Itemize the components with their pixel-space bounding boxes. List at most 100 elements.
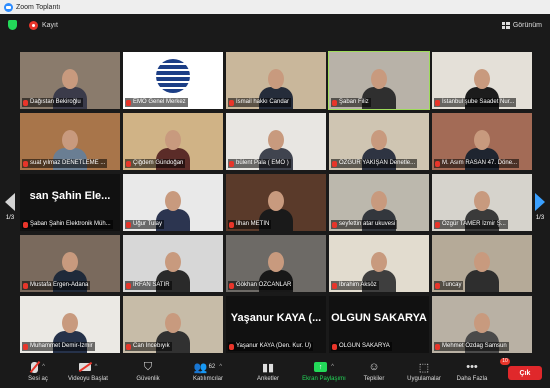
participant-tile[interactable]: Can İncebıyık xyxy=(123,296,223,353)
participant-name-label: Gökhan ÖZCANLAR xyxy=(228,281,294,290)
participant-tile[interactable]: bülent Pala ( EMO ) xyxy=(226,113,326,170)
microphone-muted-icon xyxy=(332,99,337,106)
share-screen-label: Ekran Paylaşımı xyxy=(302,376,346,382)
participant-tile[interactable]: İRFAN SATIR xyxy=(123,235,223,292)
participant-tile[interactable]: Dağıstan Bekiroğlu xyxy=(20,52,120,109)
chevron-up-icon[interactable]: ^ xyxy=(219,364,222,370)
chevron-up-icon[interactable]: ^ xyxy=(42,364,45,370)
participant-name: İRFAN SATIR xyxy=(133,282,170,288)
meeting-status-bar: Kayıt Görünüm xyxy=(0,14,550,36)
participant-name-label: bülent Pala ( EMO ) xyxy=(228,159,291,168)
participant-tile[interactable]: İlhan METİN xyxy=(226,174,326,231)
window-titlebar: Zoom Toplantı xyxy=(0,0,550,14)
participant-tile[interactable]: ÖZGÜR YAKIŞAN Denetle... xyxy=(329,113,429,170)
page-indicator-left: 1/3 xyxy=(5,215,15,221)
participant-tile[interactable]: İbrahim Aksöz xyxy=(329,235,429,292)
participant-name-label: İRFAN SATIR xyxy=(125,281,172,290)
participant-name-label: suat yılmaz DENETLEME ... xyxy=(22,159,108,168)
meeting-toolbar: ^ Sesi aç ^ Videoyu Başlat ⛉ Güvenlik 👥 6… xyxy=(0,358,550,388)
participant-name: Muhammet Demir-İzmir xyxy=(30,343,93,349)
participant-tile[interactable]: Şaban Filiz xyxy=(328,51,430,110)
microphone-muted-icon xyxy=(23,282,28,289)
participant-name-label: İsmail hakkı Candar xyxy=(228,98,292,107)
microphone-muted-icon xyxy=(23,160,28,167)
view-label: Görünüm xyxy=(512,21,542,29)
participant-name-label: Uğur Tulay xyxy=(125,220,165,229)
participant-display-name: Yaşanur KAYA (... xyxy=(230,312,322,324)
participant-tile[interactable]: Mustafa Ergen-Adana xyxy=(20,235,120,292)
participant-name: İsmail hakkı Candar xyxy=(236,99,290,105)
participant-name-label: Muhammet Demir-İzmir xyxy=(22,342,95,351)
share-screen-icon: ↑ xyxy=(314,362,328,372)
participant-tile[interactable]: EMO Genel Merkez xyxy=(123,52,223,109)
participant-tile[interactable]: Yaşanur KAYA (... Yaşanur KAYA (Den. Kur.… xyxy=(226,296,326,353)
participants-button[interactable]: 👥 62 ^ Katılımcılar xyxy=(178,360,238,383)
participant-tile[interactable]: İstanbul şube Saadet Nur... xyxy=(432,52,532,109)
participant-display-name: san Şahin Ele... xyxy=(29,190,111,202)
polls-label: Anketler xyxy=(256,376,279,382)
participant-name: suat yılmaz DENETLEME ... xyxy=(30,160,106,166)
participant-name: İbrahim Aksöz xyxy=(339,282,377,288)
participant-name: İlhan METİN xyxy=(236,221,270,227)
participant-tile[interactable]: Muhammet Demir-İzmir xyxy=(20,296,120,353)
microphone-muted-icon xyxy=(229,343,234,350)
participant-tile[interactable]: Tuncay xyxy=(432,235,532,292)
participant-name: EMO Genel Merkez xyxy=(133,99,186,105)
microphone-muted-icon xyxy=(126,282,131,289)
participant-name: Mustafa Ergen-Adana xyxy=(30,282,89,288)
participant-name-label: İstanbul şube Saadet Nur... xyxy=(434,98,517,107)
microphone-muted-icon xyxy=(23,99,28,106)
participant-tile[interactable]: seyfettin atar ukuvesi xyxy=(329,174,429,231)
microphone-muted-icon xyxy=(229,99,234,106)
polls-button[interactable]: ▮▮ Anketler xyxy=(238,360,298,383)
unmute-label: Sesi aç xyxy=(28,376,48,382)
participant-name-label: Dağıstan Bekiroğlu xyxy=(22,98,83,107)
microphone-muted-icon xyxy=(23,343,28,350)
security-button[interactable]: ⛉ Güvenlik xyxy=(118,360,178,383)
more-button[interactable]: ••• 10 Daha Fazla xyxy=(442,358,510,382)
microphone-muted-icon xyxy=(126,343,131,350)
participant-tile[interactable]: M. Asım RASAN 47. Döne... xyxy=(432,113,532,170)
leave-meeting-button[interactable]: Çık xyxy=(508,366,542,380)
start-video-button[interactable]: ^ Videoyu Başlat xyxy=(58,360,118,382)
security-label: Güvenlik xyxy=(136,376,160,382)
microphone-muted-icon xyxy=(31,361,39,373)
start-video-label: Videoyu Başlat xyxy=(68,376,108,382)
participant-name: bülent Pala ( EMO ) xyxy=(236,160,289,166)
microphone-muted-icon xyxy=(229,282,234,289)
next-page-button[interactable]: 1/3 xyxy=(532,188,548,226)
microphone-muted-icon xyxy=(435,282,440,289)
participants-count: 62 xyxy=(208,364,216,370)
participant-tile[interactable]: Uğur Tulay xyxy=(123,174,223,231)
participant-tile[interactable]: OLGUN SAKARYA OLGUN SAKARYA xyxy=(329,296,429,353)
participant-tile[interactable]: suat yılmaz DENETLEME ... xyxy=(20,113,120,170)
participant-name-label: Mehmet Ozdag Samsun xyxy=(434,342,509,351)
participant-tile[interactable]: Özgür TAMER İzmir Ş... xyxy=(432,174,532,231)
emo-logo xyxy=(156,59,190,93)
participant-name: Can İncebıyık xyxy=(133,343,170,349)
smiley-icon: ☺ xyxy=(368,361,380,373)
participant-name-label: Şaban Şahin Elektronik Müh... xyxy=(22,220,113,229)
chevron-up-icon[interactable]: ^ xyxy=(331,364,334,370)
participant-tile[interactable]: İsmail hakkı Candar xyxy=(226,52,326,109)
window-title: Zoom Toplantı xyxy=(16,3,61,11)
participants-label: Katılımcılar xyxy=(192,376,223,382)
bar-chart-icon: ▮▮ xyxy=(261,361,275,374)
participant-tile[interactable]: san Şahin Ele... Şaban Şahin Elektronik M… xyxy=(20,174,120,231)
more-badge: 10 xyxy=(500,358,510,365)
encryption-shield-icon[interactable] xyxy=(8,20,17,30)
participant-tile[interactable]: Çiğdem Gündoğan xyxy=(123,113,223,170)
view-button[interactable]: Görünüm xyxy=(501,21,542,29)
microphone-muted-icon xyxy=(332,160,337,167)
participant-name: Yaşanur KAYA (Den. Kur. Ü) xyxy=(236,343,312,349)
previous-page-button[interactable]: 1/3 xyxy=(2,188,18,226)
chevron-up-icon[interactable]: ^ xyxy=(95,364,98,370)
participant-tile[interactable]: Gökhan ÖZCANLAR xyxy=(226,235,326,292)
participant-name-label: seyfettin atar ukuvesi xyxy=(331,220,398,229)
microphone-muted-icon xyxy=(126,160,131,167)
participant-tile[interactable]: Mehmet Ozdag Samsun xyxy=(432,296,532,353)
ellipsis-icon: ••• xyxy=(466,361,478,373)
microphone-muted-icon xyxy=(229,160,234,167)
zoom-app-icon xyxy=(4,2,13,12)
participant-name: Gökhan ÖZCANLAR xyxy=(236,282,292,288)
